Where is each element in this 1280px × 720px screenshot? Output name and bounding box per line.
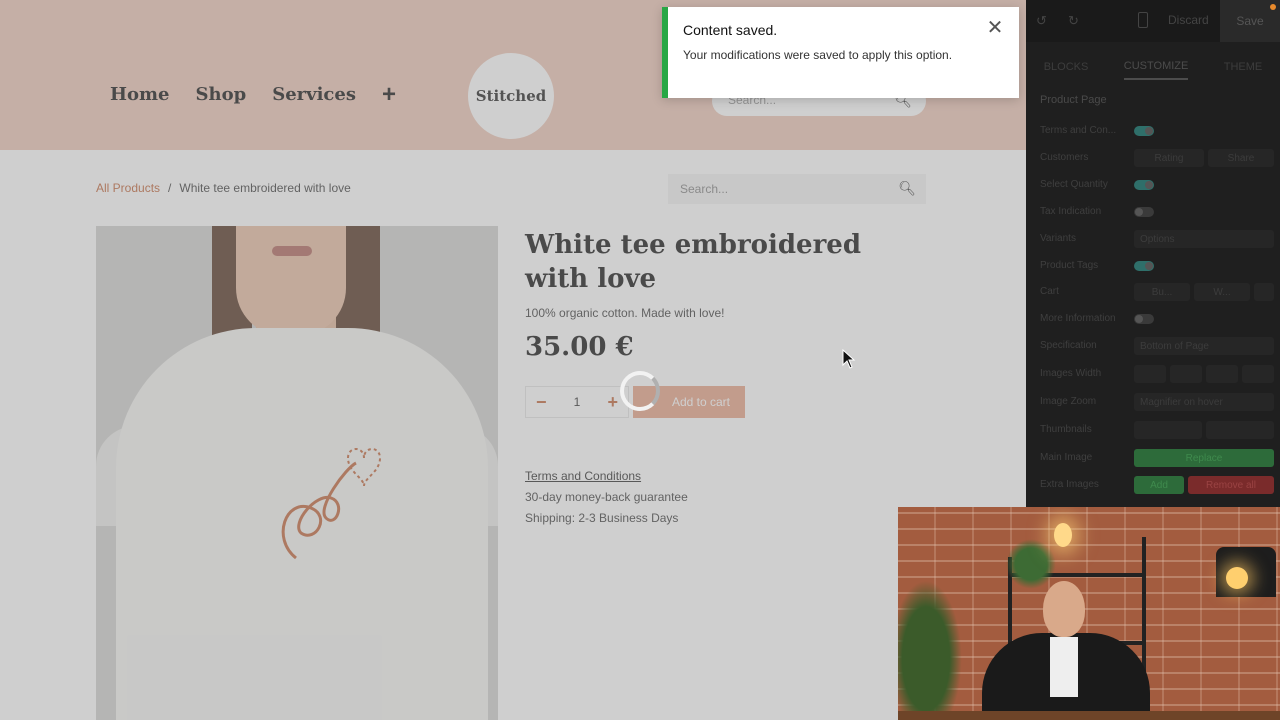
tab-blocks[interactable]: BLOCKS: [1044, 61, 1089, 73]
row-images-width-label: Images Width: [1040, 368, 1102, 379]
variants-select[interactable]: Options: [1134, 230, 1274, 248]
success-toast: Content saved. Your modifications were s…: [662, 7, 1019, 98]
editor-toolbar: ↺ ↻ Discard Save: [1026, 0, 1280, 42]
webcam-overlay: [898, 507, 1280, 720]
row-specification-label: Specification: [1040, 340, 1097, 351]
lamp-glow: [1226, 567, 1248, 589]
row-cart-label: Cart: [1040, 286, 1059, 297]
row-product-tags-label: Product Tags: [1040, 260, 1099, 271]
cart-wishlist-option[interactable]: W...: [1194, 283, 1250, 301]
row-more-information: More Information: [1040, 310, 1274, 330]
row-image-zoom-label: Image Zoom: [1040, 396, 1097, 407]
row-specification: Specification Bottom of Page: [1040, 337, 1274, 357]
tab-customize[interactable]: CUSTOMIZE: [1123, 60, 1189, 80]
spinner-icon: [620, 371, 660, 411]
row-terms: Terms and Con...: [1040, 122, 1274, 142]
row-images-width: Images Width: [1040, 365, 1274, 385]
row-image-zoom: Image Zoom Magnifier on hover: [1040, 393, 1274, 413]
cart-buy-option[interactable]: Bu...: [1134, 283, 1190, 301]
cart-more-option[interactable]: [1254, 283, 1274, 301]
editor-tabs: BLOCKS CUSTOMIZE THEME: [1026, 50, 1280, 84]
thumbnails-vertical-option[interactable]: [1206, 421, 1274, 439]
add-extra-images-button[interactable]: Add: [1134, 476, 1184, 494]
terms-toggle[interactable]: [1134, 126, 1154, 136]
unsaved-dot: [1270, 4, 1276, 10]
row-customers: Customers Rating Share: [1040, 149, 1274, 169]
discard-button[interactable]: Discard: [1168, 13, 1209, 27]
row-extra-images-label: Extra Images: [1040, 479, 1099, 490]
desk: [898, 711, 1280, 720]
images-width-option-1[interactable]: [1134, 365, 1166, 383]
row-tax-label: Tax Indication: [1040, 206, 1102, 217]
row-customers-label: Customers: [1040, 152, 1089, 163]
row-variants: Variants Options: [1040, 230, 1274, 250]
presenter-shirt: [1050, 637, 1078, 697]
loading-overlay: [0, 0, 1026, 720]
remove-all-images-button[interactable]: Remove all: [1188, 476, 1274, 494]
row-variants-label: Variants: [1040, 233, 1076, 244]
thumbnails-horizontal-option[interactable]: [1134, 421, 1202, 439]
row-cart: Cart Bu... W...: [1040, 283, 1274, 303]
toast-message: Your modifications were saved to apply t…: [683, 48, 953, 62]
row-main-image: Main Image Replace: [1040, 449, 1274, 469]
product-tags-toggle[interactable]: [1134, 261, 1154, 271]
more-information-toggle[interactable]: [1134, 314, 1154, 324]
cursor-icon: [842, 349, 856, 369]
tab-theme[interactable]: THEME: [1224, 61, 1263, 73]
row-terms-label: Terms and Con...: [1040, 125, 1117, 136]
row-thumbnails: Thumbnails: [1040, 421, 1274, 441]
light-bulb: [1054, 523, 1072, 547]
row-extra-images: Extra Images Add Remove all: [1040, 476, 1274, 496]
mobile-icon[interactable]: [1138, 12, 1148, 28]
presenter-head: [1043, 581, 1085, 637]
specification-select[interactable]: Bottom of Page: [1134, 337, 1274, 355]
images-width-option-2[interactable]: [1170, 365, 1202, 383]
redo-icon[interactable]: ↻: [1068, 13, 1079, 29]
images-width-option-3[interactable]: [1206, 365, 1238, 383]
image-zoom-select[interactable]: Magnifier on hover: [1134, 393, 1274, 411]
select-quantity-toggle[interactable]: [1134, 180, 1154, 190]
row-select-quantity-label: Select Quantity: [1040, 179, 1108, 190]
row-main-image-label: Main Image: [1040, 452, 1093, 463]
row-thumbnails-label: Thumbnails: [1040, 424, 1092, 435]
row-more-info-label: More Information: [1040, 313, 1116, 324]
images-width-option-4[interactable]: [1242, 365, 1274, 383]
undo-icon[interactable]: ↺: [1036, 13, 1047, 29]
plant-shelf: [1006, 539, 1056, 589]
close-icon[interactable]: ✕: [985, 18, 1005, 39]
row-tax-indication: Tax Indication: [1040, 203, 1274, 223]
plant-left: [898, 567, 968, 720]
tax-indication-toggle[interactable]: [1134, 207, 1154, 217]
save-label: Save: [1236, 14, 1264, 28]
replace-image-button[interactable]: Replace: [1134, 449, 1274, 467]
row-select-quantity: Select Quantity: [1040, 176, 1274, 196]
row-product-tags: Product Tags: [1040, 257, 1274, 277]
website-canvas: Home Shop Services + Stitched Search... …: [0, 0, 1026, 720]
toast-title: Content saved.: [683, 22, 778, 38]
section-title: Product Page: [1040, 94, 1107, 106]
customers-share-option[interactable]: Share: [1208, 149, 1274, 167]
customers-rating-option[interactable]: Rating: [1134, 149, 1204, 167]
